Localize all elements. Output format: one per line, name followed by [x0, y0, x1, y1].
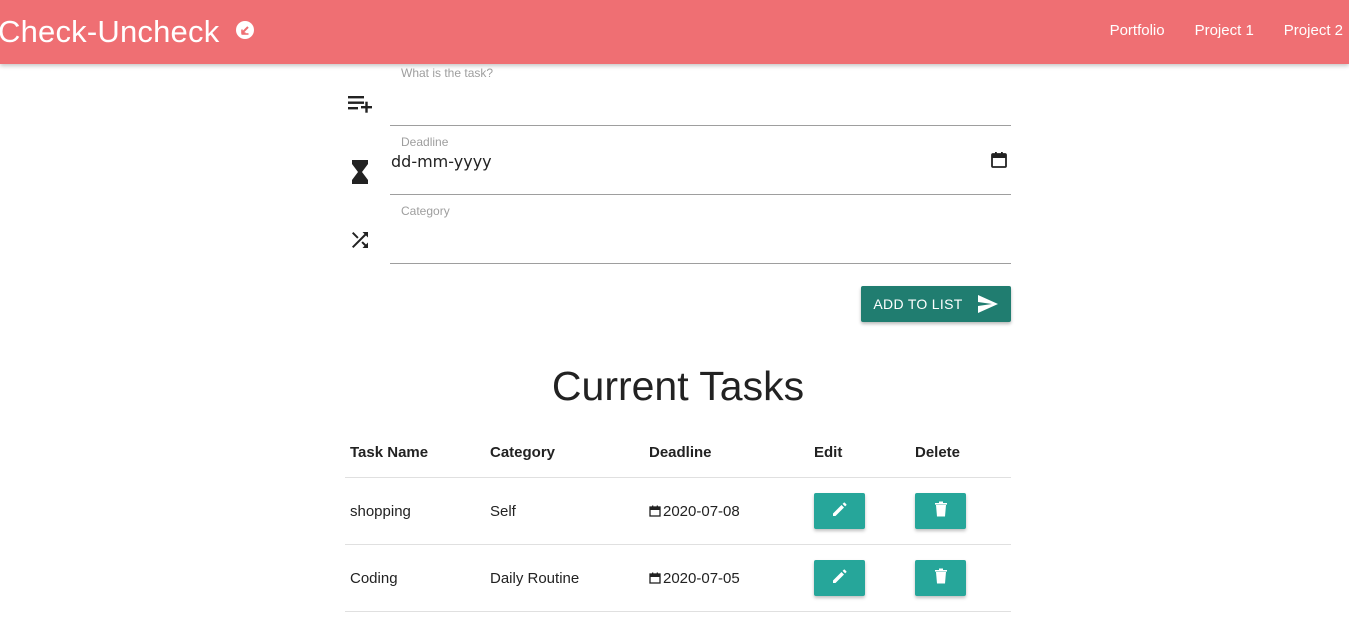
- task-deadline-value: 2020-07-08: [663, 502, 740, 520]
- brand-title[interactable]: Check-Uncheck: [0, 14, 219, 50]
- category-field: Category: [390, 201, 1011, 264]
- trash-icon: [934, 501, 948, 521]
- task-name-cell: shopping: [350, 502, 411, 520]
- task-row: What is the task?: [345, 63, 1011, 126]
- task-label: What is the task?: [401, 66, 494, 80]
- task-category-cell: Self: [490, 502, 516, 520]
- calendar-icon[interactable]: [990, 151, 1008, 169]
- pencil-icon: [832, 501, 848, 521]
- add-to-list-button[interactable]: ADD TO LIST: [861, 286, 1011, 322]
- edit-button[interactable]: [814, 493, 865, 529]
- table-header-row: Task Name Category Deadline Edit Delete: [345, 427, 1011, 478]
- header-category: Category: [490, 443, 556, 461]
- calendar-icon: [649, 571, 661, 584]
- header-deadline: Deadline: [649, 443, 712, 461]
- category-row: Category: [345, 201, 1011, 264]
- task-category-cell: Daily Routine: [490, 569, 580, 587]
- nav-link-project-2[interactable]: Project 2: [1284, 22, 1343, 39]
- check-circle-icon: [236, 21, 255, 39]
- shuffle-icon: [345, 225, 375, 255]
- trash-icon: [934, 568, 948, 588]
- header-delete: Delete: [915, 443, 961, 461]
- nav-link-project-1[interactable]: Project 1: [1195, 22, 1254, 39]
- nav-link-portfolio[interactable]: Portfolio: [1110, 22, 1165, 39]
- deadline-label: Deadline: [401, 135, 449, 149]
- send-icon: [977, 294, 999, 314]
- calendar-icon: [649, 504, 661, 517]
- delete-cell: [915, 478, 966, 544]
- deadline-input[interactable]: dd-mm-yyyy: [391, 152, 492, 171]
- playlist-add-icon: [345, 88, 375, 118]
- pencil-icon: [832, 568, 848, 588]
- navbar: Check-Uncheck Portfolio Project 1 Projec…: [0, 0, 1349, 64]
- brand-logo[interactable]: Check-Uncheck: [0, 14, 255, 50]
- delete-cell: [915, 545, 966, 611]
- task-field: What is the task?: [390, 63, 1011, 126]
- edit-button[interactable]: [814, 560, 865, 596]
- edit-cell: [814, 478, 865, 544]
- header-edit: Edit: [814, 443, 843, 461]
- task-deadline-value: 2020-07-05: [663, 569, 740, 587]
- task-name-cell: Coding: [350, 569, 398, 587]
- delete-button[interactable]: [915, 493, 966, 529]
- delete-button[interactable]: [915, 560, 966, 596]
- edit-cell: [814, 545, 865, 611]
- table-row: Coding Daily Routine 2020-07-05: [345, 545, 1011, 612]
- current-tasks-title: Current Tasks: [551, 363, 805, 409]
- task-deadline-cell: 2020-07-05: [649, 545, 740, 611]
- header-task-name: Task Name: [350, 443, 429, 461]
- tasks-table: Task Name Category Deadline Edit Delete …: [345, 427, 1011, 612]
- deadline-field[interactable]: Deadline dd-mm-yyyy: [390, 132, 1011, 195]
- nav-links: Portfolio Project 1 Project 2: [1080, 22, 1343, 39]
- category-label: Category: [401, 204, 450, 218]
- task-deadline-cell: 2020-07-08: [649, 478, 740, 544]
- category-input[interactable]: [390, 223, 1011, 257]
- deadline-row: Deadline dd-mm-yyyy: [345, 132, 1011, 195]
- task-input[interactable]: [390, 85, 1011, 119]
- add-to-list-label: ADD TO LIST: [873, 296, 963, 312]
- hourglass-icon: [345, 157, 375, 187]
- table-row: shopping Self 2020-07-08: [345, 478, 1011, 545]
